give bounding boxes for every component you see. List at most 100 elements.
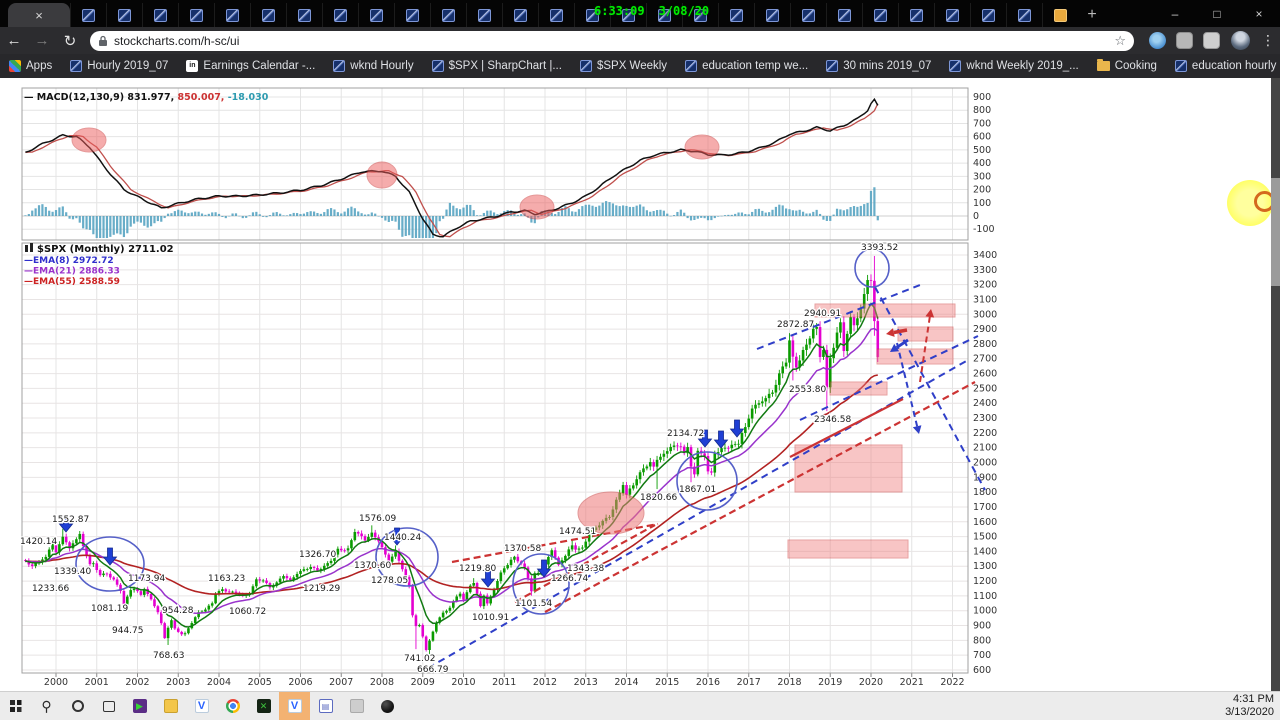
maximize-button[interactable]: □ — [1196, 0, 1238, 27]
svg-text:2940.91: 2940.91 — [804, 309, 841, 319]
spx-sharpchart[interactable]: 9008007006005004003002001000-10034003300… — [0, 78, 1280, 691]
svg-text:944.75: 944.75 — [112, 626, 144, 636]
bookmark-item[interactable]: inEarnings Calendar -... — [186, 60, 315, 72]
stockcharts-favicon-icon — [910, 9, 923, 22]
browser-tab[interactable] — [934, 3, 970, 27]
browser-tab[interactable] — [1006, 3, 1042, 27]
active-tab[interactable]: × — [8, 3, 70, 27]
bookmark-item[interactable]: $SPX Weekly — [580, 60, 667, 72]
svg-text:2001: 2001 — [85, 677, 109, 688]
back-button[interactable]: ← — [0, 32, 28, 49]
svg-text:2017: 2017 — [737, 677, 761, 688]
svg-text:1000: 1000 — [973, 606, 997, 617]
bookmark-star-icon[interactable]: ☆ — [1114, 33, 1126, 49]
browser-tab[interactable] — [358, 3, 394, 27]
folder-icon — [1097, 61, 1110, 71]
svg-text:2300: 2300 — [973, 413, 997, 424]
bookmark-item[interactable]: education temp we... — [685, 60, 808, 72]
task-view-button[interactable] — [93, 692, 124, 720]
stockcharts-favicon-icon — [874, 9, 887, 22]
bookmark-label: $SPX Weekly — [597, 60, 667, 72]
media-player-app[interactable]: ▶ — [124, 692, 155, 720]
browser-tab[interactable] — [214, 3, 250, 27]
browser-tab[interactable] — [430, 3, 466, 27]
svg-text:954.28: 954.28 — [162, 606, 194, 616]
browser-tab[interactable] — [286, 3, 322, 27]
browser-tab[interactable] — [718, 3, 754, 27]
search-button[interactable]: ⚲ — [31, 692, 62, 720]
browser-tab[interactable] — [970, 3, 1006, 27]
browser-tab[interactable] — [538, 3, 574, 27]
tab-close-icon[interactable]: × — [35, 8, 43, 23]
bookmark-item[interactable]: education hourly — [1175, 60, 1276, 72]
bookmark-item[interactable]: 30 mins 2019_07 — [826, 60, 931, 72]
chrome-app[interactable] — [217, 692, 248, 720]
file-explorer-app[interactable] — [155, 692, 186, 720]
extension-icon-3[interactable] — [1203, 32, 1220, 49]
bookmark-label: education hourly — [1192, 60, 1276, 72]
svg-text:2010: 2010 — [451, 677, 475, 688]
svg-text:2000: 2000 — [44, 677, 68, 688]
svg-text:2009: 2009 — [411, 677, 435, 688]
bookmark-item[interactable]: $SPX | SharpChart |... — [432, 60, 562, 72]
browser-tab[interactable] — [862, 3, 898, 27]
svg-text:3000: 3000 — [973, 309, 997, 320]
browser-tab[interactable] — [754, 3, 790, 27]
green-x-app[interactable]: ✕ — [248, 692, 279, 720]
browser-tab[interactable] — [106, 3, 142, 27]
system-clock[interactable]: 4:31 PM 3/13/2020 — [1225, 693, 1280, 718]
sc-icon — [580, 60, 592, 72]
address-bar[interactable]: stockcharts.com/h-sc/ui ☆ — [90, 31, 1134, 51]
browser-tab[interactable] — [142, 3, 178, 27]
cortana-button[interactable] — [62, 692, 93, 720]
stockcharts-favicon-icon — [118, 9, 131, 22]
url-text[interactable]: stockcharts.com/h-sc/ui — [114, 34, 1114, 48]
svg-text:1081.19: 1081.19 — [91, 604, 128, 614]
browser-tab[interactable] — [826, 3, 862, 27]
scrollbar-track[interactable] — [1271, 78, 1280, 691]
svg-text:2019: 2019 — [818, 677, 842, 688]
macd-legend: — MACD(12,130,9) 831.977, 850.007, -18.0… — [24, 92, 269, 103]
bookmark-item[interactable]: Cooking — [1097, 60, 1157, 72]
svg-text:2553.80: 2553.80 — [789, 385, 826, 395]
new-tab-button[interactable]: + — [1078, 3, 1106, 27]
bookmark-item[interactable]: wknd Weekly 2019_... — [949, 60, 1078, 72]
bookmark-item[interactable]: Hourly 2019_07 — [70, 60, 168, 72]
trading-app[interactable]: V — [186, 692, 217, 720]
overlay-time: 6:33:09 — [594, 4, 645, 18]
close-button[interactable]: × — [1238, 0, 1280, 27]
browser-tab[interactable] — [250, 3, 286, 27]
browser-tab[interactable] — [898, 3, 934, 27]
browser-tab[interactable] — [322, 3, 358, 27]
bookmark-item[interactable]: wknd Hourly — [333, 60, 413, 72]
stockcharts-favicon-icon — [550, 9, 563, 22]
start-button[interactable] — [0, 692, 31, 720]
bookmark-label: Hourly 2019_07 — [87, 60, 168, 72]
scrollbar-thumb[interactable] — [1271, 178, 1280, 286]
bookmark-item[interactable]: Apps — [9, 60, 52, 72]
forward-button[interactable]: → — [28, 32, 56, 49]
bookmarks-bar: Apps Hourly 2019_07 inEarnings Calendar -.… — [0, 54, 1280, 78]
notes-app[interactable]: ▤ — [310, 692, 341, 720]
minimize-button[interactable]: – — [1154, 0, 1196, 27]
dark-sphere-app[interactable] — [372, 692, 403, 720]
svg-text:900: 900 — [973, 92, 991, 103]
sc-icon — [949, 60, 961, 72]
reload-button[interactable]: ↻ — [56, 32, 84, 50]
extension-icon-1[interactable] — [1149, 32, 1166, 49]
browser-tab[interactable] — [502, 3, 538, 27]
browser-tab[interactable] — [70, 3, 106, 27]
gray-app[interactable] — [341, 692, 372, 720]
browser-tab[interactable] — [466, 3, 502, 27]
active-trading-app[interactable]: V — [279, 692, 310, 720]
svg-text:1900: 1900 — [973, 472, 997, 483]
windows-taskbar: ⚲▶V✕V▤ 4:31 PM 3/13/2020 — [0, 691, 1280, 720]
sharpchart-icon — [25, 245, 28, 252]
browser-tab[interactable] — [178, 3, 214, 27]
browser-tab[interactable] — [1042, 3, 1078, 27]
browser-tab[interactable] — [394, 3, 430, 27]
profile-avatar[interactable] — [1231, 31, 1250, 50]
browser-menu-icon[interactable]: ⋮ — [1256, 32, 1280, 49]
extension-icon-2[interactable] — [1176, 32, 1193, 49]
browser-tab[interactable] — [790, 3, 826, 27]
